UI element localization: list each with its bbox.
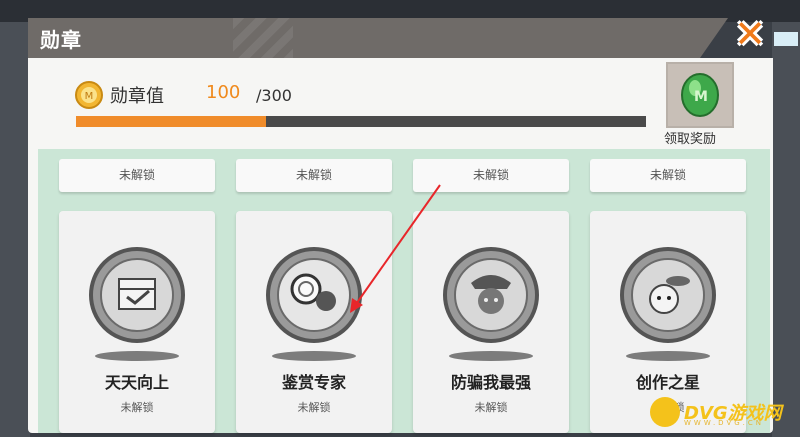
- medal-card-locked[interactable]: 未解锁: [236, 159, 392, 192]
- medal-card[interactable]: 天天向上 未解锁: [59, 211, 215, 433]
- badge-status: 未解锁: [120, 401, 154, 414]
- calendar-badge-icon: [89, 247, 185, 343]
- window-title: 勋章: [40, 28, 82, 52]
- gamepad-icon: [650, 397, 680, 427]
- creator-star-badge-icon: [620, 247, 716, 343]
- close-button[interactable]: ✕: [730, 14, 770, 54]
- medal-window: 勋章 ✕ M 勋章值 100 /300 M 领取奖励 未解锁 未解锁 未解锁 未…: [28, 14, 773, 433]
- title-stripe-decoration: [233, 18, 293, 58]
- score-progress-fill: [76, 116, 266, 127]
- badge-shadow: [272, 351, 356, 361]
- badge-status: 未解锁: [474, 401, 508, 414]
- score-label: 勋章值: [110, 86, 164, 107]
- score-value: 100: [206, 82, 241, 103]
- watermark-subtext: WWW.DVG.CN: [684, 419, 765, 427]
- medal-panel: M 勋章值 100 /300 M 领取奖励 未解锁 未解锁 未解锁 未解锁 天天…: [28, 58, 773, 433]
- medal-card-locked[interactable]: 未解锁: [413, 159, 569, 192]
- close-icon: ✕: [734, 12, 766, 56]
- medal-card-locked[interactable]: 未解锁: [590, 159, 746, 192]
- medal-icon: M: [75, 81, 103, 109]
- reward-label: 领取奖励: [664, 132, 717, 147]
- magnifier-badge-icon: [266, 247, 362, 343]
- police-badge-icon: [443, 247, 539, 343]
- background-tag: [774, 32, 798, 46]
- badge-shadow: [95, 351, 179, 361]
- badge-name: 天天向上: [104, 373, 169, 392]
- score-progress-bar: [76, 116, 646, 127]
- title-bar: 勋章: [28, 18, 728, 58]
- score-max: /300: [256, 86, 292, 105]
- medal-card[interactable]: 防骗我最强 未解锁: [413, 211, 569, 433]
- badge-name: 鉴赏专家: [281, 373, 346, 392]
- badge-name: 防骗我最强: [450, 373, 531, 392]
- badge-shadow: [449, 351, 533, 361]
- background-left: [0, 22, 30, 437]
- medal-grid: 未解锁 未解锁 未解锁 未解锁 天天向上 未解锁 鉴赏专家 未解锁 防骗我最强 …: [38, 149, 770, 433]
- medal-card[interactable]: 鉴赏专家 未解锁: [236, 211, 392, 433]
- background-right: [772, 22, 800, 437]
- badge-status: 未解锁: [297, 401, 331, 414]
- svg-text:M: M: [85, 91, 94, 102]
- badge-name: 创作之星: [635, 373, 700, 392]
- reward-button[interactable]: M: [666, 62, 734, 128]
- green-gem-icon: M: [681, 73, 719, 117]
- svg-text:M: M: [694, 89, 708, 105]
- medal-card-locked[interactable]: 未解锁: [59, 159, 215, 192]
- badge-shadow: [626, 351, 710, 361]
